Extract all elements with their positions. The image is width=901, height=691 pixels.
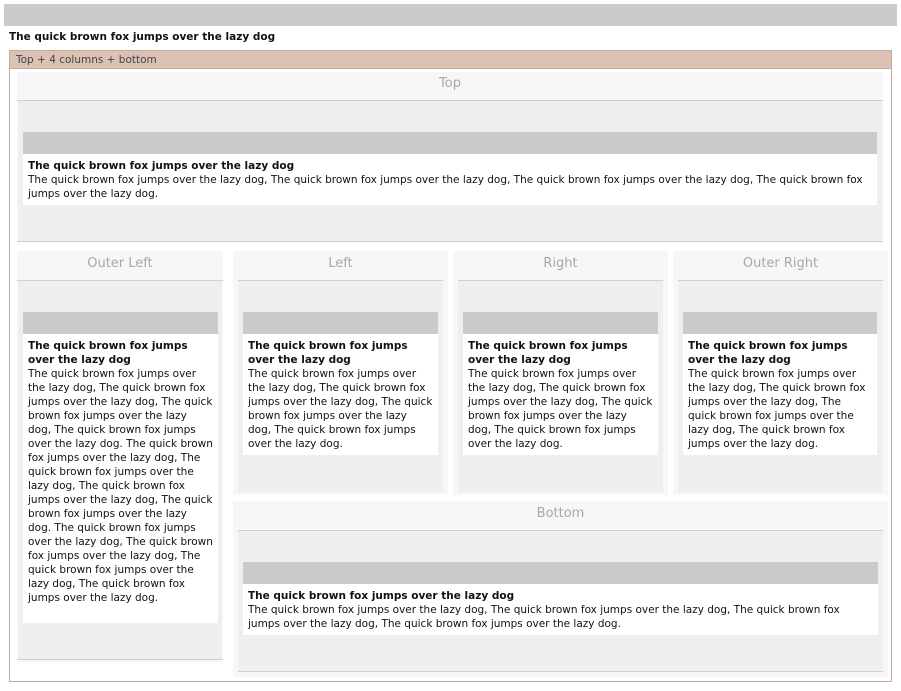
outer-right-card-bar [683, 312, 877, 334]
bottom-card-bar [243, 562, 878, 584]
left-card: The quick brown fox jumps over the lazy … [243, 334, 438, 455]
left-card-bar [243, 312, 438, 334]
bottom-card-title: The quick brown fox jumps over the lazy … [248, 590, 515, 602]
outer-left-card-text: The quick brown fox jumps over the lazy … [28, 368, 213, 604]
region-top-title: Top [17, 76, 883, 101]
page-title: The quick brown fox jumps over the lazy … [9, 31, 276, 43]
top-card-title: The quick brown fox jumps over the lazy … [28, 160, 295, 172]
outer-right-card-text: The quick brown fox jumps over the lazy … [688, 368, 866, 450]
region-bottom-bottom-line [238, 671, 883, 672]
outer-left-card-bar [23, 312, 218, 334]
page-header-bar [4, 4, 897, 26]
region-outer-left-title: Outer Left [17, 256, 223, 281]
top-card-text: The quick brown fox jumps over the lazy … [28, 174, 863, 200]
top-card-bar [23, 132, 877, 154]
region-right-title: Right [458, 256, 663, 281]
bottom-card-text: The quick brown fox jumps over the lazy … [248, 604, 840, 630]
left-card-text: The quick brown fox jumps over the lazy … [248, 368, 433, 450]
bottom-card: The quick brown fox jumps over the lazy … [243, 584, 878, 635]
region-bottom-title: Bottom [238, 506, 883, 531]
right-card-bar [463, 312, 658, 334]
region-left-title: Left [238, 256, 443, 281]
left-card-title: The quick brown fox jumps over the lazy … [248, 340, 408, 366]
right-card-title: The quick brown fox jumps over the lazy … [468, 340, 628, 366]
region-outer-left-bottom-line [17, 659, 223, 660]
right-card: The quick brown fox jumps over the lazy … [463, 334, 658, 455]
top-card: The quick brown fox jumps over the lazy … [23, 154, 877, 205]
region-outer-right-title: Outer Right [678, 256, 883, 281]
right-card-text: The quick brown fox jumps over the lazy … [468, 368, 653, 450]
outer-right-card: The quick brown fox jumps over the lazy … [683, 334, 877, 455]
region-top-bottom-line [17, 241, 883, 242]
outer-left-card-title: The quick brown fox jumps over the lazy … [28, 340, 188, 366]
outer-left-card: The quick brown fox jumps over the lazy … [23, 334, 218, 623]
layout-label: Top + 4 columns + bottom [10, 51, 891, 69]
outer-right-card-title: The quick brown fox jumps over the lazy … [688, 340, 848, 366]
